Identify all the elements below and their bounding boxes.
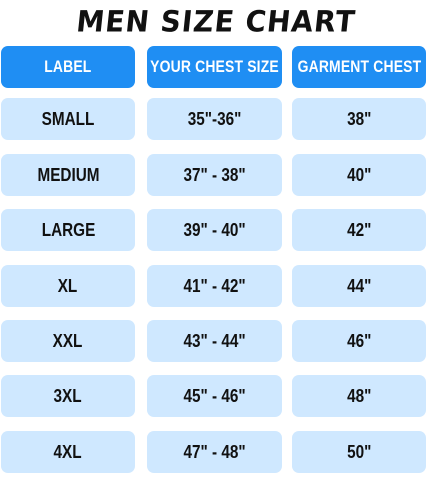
chest-size-cell: 47" - 48" [147,431,282,473]
size-label: LARGE [41,219,95,240]
size-label-cell: XL [1,265,135,307]
garment-chest-cell: 40" [292,154,426,196]
garment-chest-cell: 38" [292,98,426,140]
size-label: SMALL [41,108,95,129]
size-label-cell: LARGE [1,209,135,251]
chest-size-value: 35"-36" [187,108,242,129]
chest-size-cell: 45" - 46" [147,375,282,417]
garment-chest-value: 44" [346,275,372,296]
size-label: XXL [53,330,83,351]
column-header-garment-chest: GARMENT CHEST [292,46,426,88]
chest-size-value: 45" - 46" [183,385,246,406]
column-header-garment-chest-text: GARMENT CHEST [297,57,421,76]
garment-chest-cell: 44" [292,265,426,307]
garment-chest-cell: 42" [292,209,426,251]
chest-size-cell: 37" - 38" [147,154,282,196]
column-header-label: LABEL [1,46,135,88]
garment-chest-cell: 48" [292,375,426,417]
chest-size-value: 43" - 44" [183,330,246,351]
chest-size-cell: 43" - 44" [147,320,282,362]
chest-size-cell: 39" - 40" [147,209,282,251]
size-label-cell: XXL [1,320,135,362]
garment-chest-value: 42" [346,219,372,240]
garment-chest-value: 50" [346,441,372,462]
size-label: 4XL [53,441,83,462]
garment-chest-cell: 50" [292,431,426,473]
size-label-cell: SMALL [1,98,135,140]
chest-size-value: 39" - 40" [183,219,246,240]
chest-size-cell: 35"-36" [147,98,282,140]
size-label: 3XL [53,385,83,406]
size-label: XL [58,275,78,296]
size-label-cell: 3XL [1,375,135,417]
garment-chest-value: 40" [346,164,372,185]
column-header-label-text: LABEL [44,57,92,76]
size-label: MEDIUM [36,164,100,185]
column-header-your-chest-size-text: YOUR CHEST SIZE [150,57,279,76]
garment-chest-value: 48" [346,385,372,406]
chest-size-value: 41" - 42" [183,275,246,296]
chest-size-value: 47" - 48" [183,441,246,462]
size-label-cell: MEDIUM [1,154,135,196]
garment-chest-value: 38" [346,108,372,129]
garment-chest-value: 46" [346,330,372,351]
chest-size-cell: 41" - 42" [147,265,282,307]
page-title: MEN SIZE CHART [74,4,358,39]
chest-size-value: 37" - 38" [183,164,246,185]
garment-chest-cell: 46" [292,320,426,362]
column-header-your-chest-size: YOUR CHEST SIZE [147,46,282,88]
size-label-cell: 4XL [1,431,135,473]
